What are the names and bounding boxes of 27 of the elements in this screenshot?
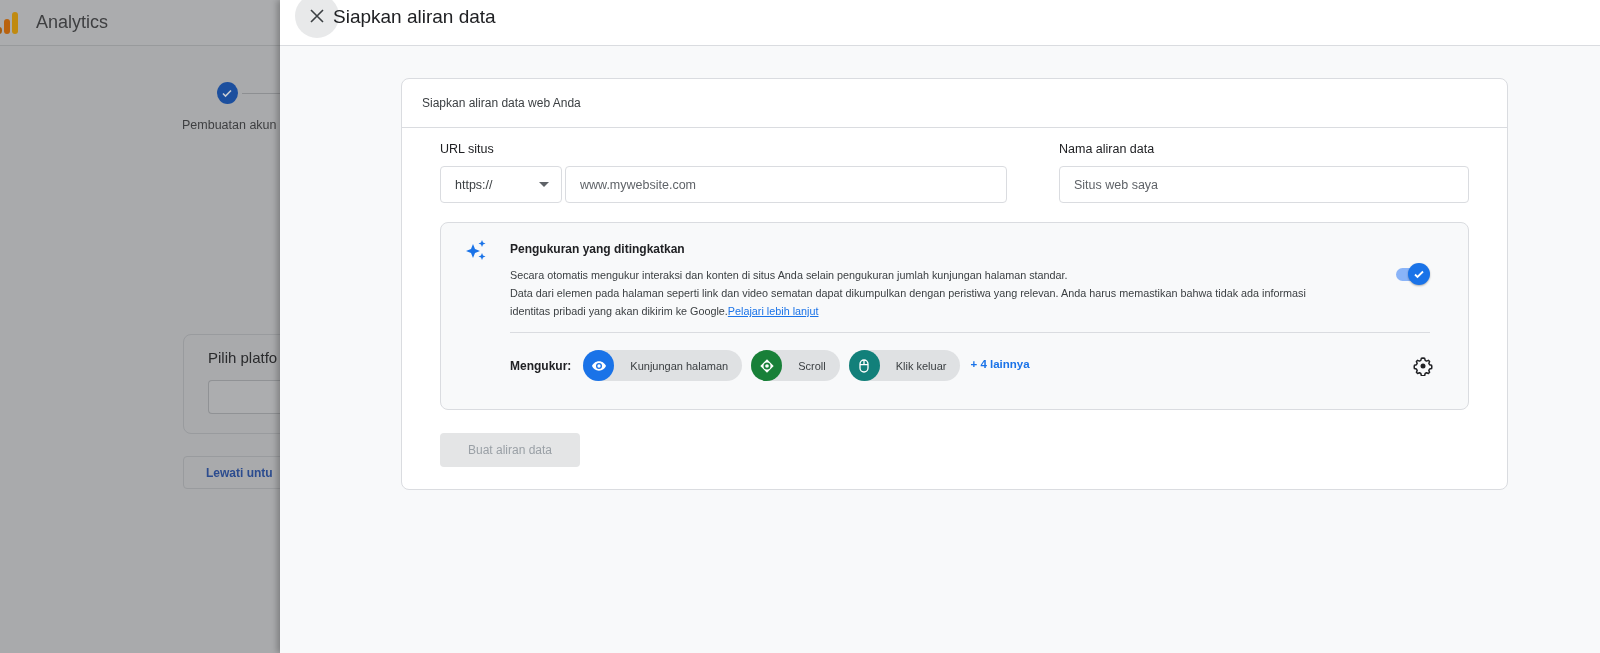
learn-more-link[interactable]: Pelajari lebih lanjut	[727, 305, 819, 317]
measure-chip[interactable]: Klik keluar	[848, 350, 961, 381]
dropdown-arrow-icon	[539, 182, 549, 187]
app-name: Analytics	[36, 12, 109, 33]
measures-label: Mengukur:	[510, 358, 572, 373]
description-text: Data dari elemen pada halaman seperti link dan video sematan dapat dikumpulkan dengan peristiwa yang relevan. Anda harus memastikan bahwa tidak ada informasi identitas pribadi yang akan dikirim ke Google.Pelajari lebih lanjut	[510, 286, 1307, 319]
card-title: Siapkan aliran data web Anda	[422, 96, 581, 110]
toggle-switch[interactable]	[1396, 263, 1430, 285]
analytics-logo-icon	[0, 9, 18, 36]
field-label: Nama aliran data	[1059, 142, 1156, 158]
settings-icon[interactable]	[1413, 355, 1433, 376]
more-link[interactable]: + 4 lainnya	[969, 358, 1030, 370]
url-field[interactable]: www.mywebsite.com	[565, 166, 1007, 203]
measure-chip[interactable]: Scroll	[751, 350, 840, 381]
field-label: URL situs	[440, 142, 495, 158]
description-text: Secara otomatis mengukur interaksi dan konten di situs Anda selain pengukuran jumlah kunjungan halaman standar.	[510, 268, 1069, 283]
platform-field[interactable]	[208, 380, 280, 414]
section-title: Pengukuran yang ditingkatkan	[510, 242, 686, 256]
protocol-dropdown[interactable]: https://	[440, 166, 562, 203]
card-title: Pilih platfo	[208, 349, 279, 366]
close-icon	[309, 7, 325, 24]
step-label: Pembuatan akun	[182, 118, 278, 132]
measure-chip[interactable]: Kunjungan halaman	[583, 350, 743, 381]
check-icon	[1413, 268, 1425, 280]
stream-name-field[interactable]: Situs web saya	[1059, 166, 1469, 203]
sparkle-icon	[465, 239, 487, 261]
panel-title: Siapkan aliran data	[333, 5, 496, 28]
